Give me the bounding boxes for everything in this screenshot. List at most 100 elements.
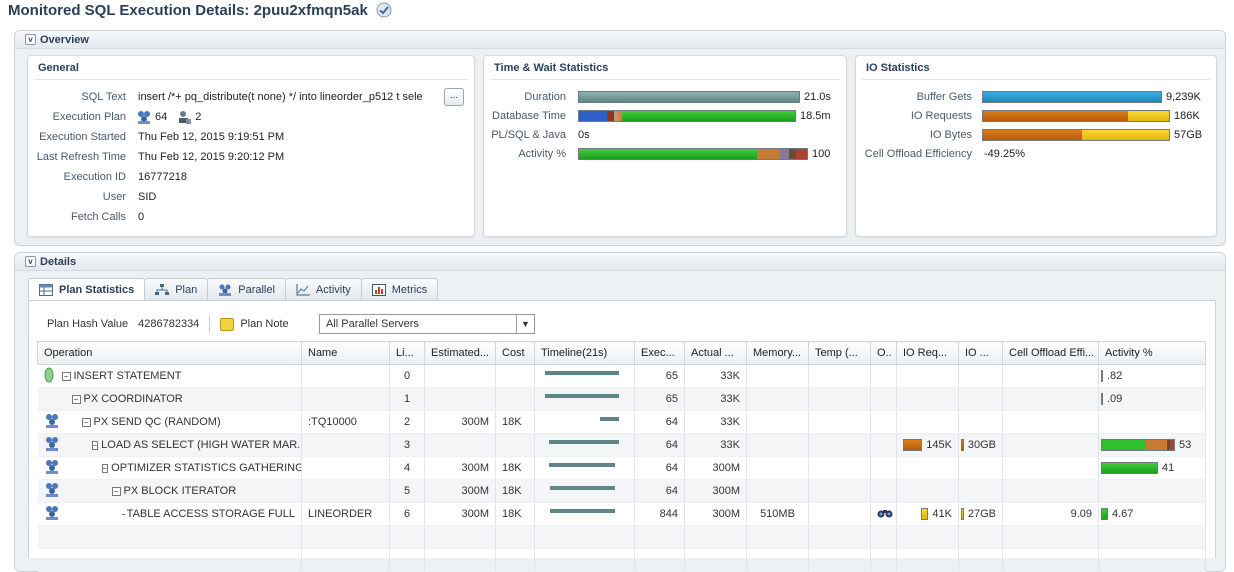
tab-metrics[interactable]: Metrics — [360, 278, 439, 300]
io-requests-cell — [896, 410, 959, 434]
tab-plan-statistics[interactable]: Plan Statistics — [28, 278, 146, 301]
timeline-bar[interactable] — [548, 463, 616, 467]
timeline-bar[interactable] — [544, 394, 619, 398]
cost-cell — [495, 364, 535, 388]
empty-cell — [424, 548, 496, 572]
collapse-node-icon[interactable]: − — [81, 417, 91, 427]
duration-bar[interactable] — [578, 91, 800, 103]
buffer-gets-bar[interactable] — [982, 91, 1162, 103]
tab-parallel[interactable]: Parallel — [207, 278, 286, 300]
duration-label: Duration — [524, 91, 566, 103]
column-header-line[interactable]: Li... — [389, 341, 425, 365]
empty-cell — [1098, 525, 1206, 549]
column-header-cell-offload[interactable]: Cell Offload Effi... — [1002, 341, 1099, 365]
activity-mini-bar[interactable] — [1101, 393, 1103, 405]
cost-cell: 18K — [495, 479, 535, 503]
column-header-operation[interactable]: Operation — [37, 341, 302, 365]
timeline-cell[interactable] — [534, 433, 635, 457]
parallel-server-select-value: All Parallel Servers — [326, 318, 419, 330]
binoculars-icon[interactable] — [877, 507, 893, 519]
io-requests-cell — [896, 387, 959, 411]
collapse-icon[interactable]: v — [25, 256, 36, 267]
activity-mini-bar[interactable] — [1101, 439, 1175, 451]
tab-plan[interactable]: Plan — [144, 278, 209, 300]
collapse-node-icon[interactable]: − — [61, 371, 71, 381]
timeline-cell[interactable] — [534, 410, 635, 434]
table-row[interactable]: TABLE ACCESS STORAGE FULL LINEORDER 6 300M 1… — [37, 502, 1206, 526]
parallel-server-select[interactable]: All Parallel Servers ▼ — [319, 314, 535, 334]
io-requests-bar[interactable] — [982, 110, 1170, 122]
io-bytes-mini-bar[interactable] — [961, 439, 964, 451]
activity-mini-bar[interactable] — [1101, 370, 1103, 382]
activity-value: 100 — [812, 148, 831, 160]
io-requests-value: 41K — [932, 508, 952, 520]
timeline-cell[interactable] — [534, 387, 635, 411]
column-header-timeline[interactable]: Timeline(21s) — [534, 341, 635, 365]
column-header-cost[interactable]: Cost — [495, 341, 535, 365]
overview-header[interactable]: v Overview — [15, 31, 1225, 49]
execution-plan-instances[interactable]: 2 — [195, 108, 201, 126]
details-header[interactable]: v Details — [15, 253, 1225, 271]
io-bytes-mini-bar[interactable] — [961, 508, 964, 520]
tab-activity[interactable]: Activity — [284, 278, 362, 300]
activity-mini-bar[interactable] — [1101, 508, 1108, 520]
activity-cell: 4.67 — [1098, 502, 1206, 526]
timeline-cell[interactable] — [534, 502, 635, 526]
io-bytes-bar[interactable] — [982, 129, 1170, 141]
column-header-memory[interactable]: Memory... — [746, 341, 809, 365]
table-row[interactable]: − PX BLOCK ITERATOR 5 300M 18K 64 300M — [37, 479, 1206, 503]
collapse-node-icon[interactable]: − — [111, 486, 121, 496]
io-requests-cell — [896, 364, 959, 388]
execution-plan-servers[interactable]: 64 — [155, 108, 167, 126]
timeline-cell[interactable] — [534, 456, 635, 480]
time-wait-panel: Time & Wait Statistics Duration 21.0s Da… — [483, 55, 847, 237]
column-header-name[interactable]: Name — [301, 341, 390, 365]
io-requests-value: 186K — [1174, 110, 1200, 122]
column-header-offload[interactable]: O.. — [870, 341, 897, 365]
empty-cell — [870, 548, 897, 572]
column-header-actual-rows[interactable]: Actual ... — [684, 341, 747, 365]
cell-offload-cell: 9.09 — [1002, 502, 1099, 526]
chevron-down-icon[interactable]: ▼ — [516, 315, 534, 333]
fetch-calls-value: 0 — [138, 211, 145, 223]
timeline-bar[interactable] — [599, 417, 619, 421]
cell-offload-cell — [1002, 433, 1099, 457]
column-header-io-bytes[interactable]: IO ... — [958, 341, 1003, 365]
activity-bar[interactable] — [578, 148, 808, 160]
timeline-bar[interactable] — [550, 509, 616, 513]
table-row[interactable]: − PX COORDINATOR 1 65 33K .09 — [37, 387, 1206, 411]
table-row[interactable]: − OPTIMIZER STATISTICS GATHERING 4 300M 18K 6… — [37, 456, 1206, 480]
column-header-executions[interactable]: Exec... — [634, 341, 685, 365]
collapse-node-icon[interactable]: − — [101, 463, 109, 473]
cost-cell: 18K — [495, 410, 535, 434]
table-row[interactable]: − INSERT STATEMENT 0 65 33K .82 — [37, 364, 1206, 388]
plan-note-icon[interactable] — [220, 317, 235, 331]
column-header-temp[interactable]: Temp (... — [808, 341, 871, 365]
timeline-cell[interactable] — [534, 364, 635, 388]
table-row[interactable]: − LOAD AS SELECT (HIGH WATER MAR... 3 64 33K… — [37, 433, 1206, 457]
timeline-cell[interactable] — [534, 479, 635, 503]
column-header-estimated[interactable]: Estimated... — [424, 341, 496, 365]
plan-tree-icon — [155, 283, 170, 295]
check-icon[interactable] — [376, 2, 392, 18]
column-header-activity[interactable]: Activity % — [1098, 341, 1206, 365]
collapse-node-icon[interactable]: − — [91, 440, 99, 450]
database-time-bar[interactable] — [578, 110, 796, 122]
timeline-bar[interactable] — [544, 371, 619, 375]
sql-text-more-button[interactable]: ... — [444, 88, 464, 106]
plan-note-link[interactable]: Plan Note — [240, 318, 288, 330]
estimated-rows-cell: 300M — [424, 502, 496, 526]
column-header-io-requests[interactable]: IO Req... — [896, 341, 959, 365]
empty-row — [37, 525, 1206, 549]
activity-mini-bar[interactable] — [1101, 462, 1158, 474]
timeline-bar[interactable] — [548, 440, 619, 444]
collapse-icon[interactable]: v — [25, 34, 36, 45]
io-requests-mini-bar[interactable] — [921, 508, 929, 520]
operation-text: PX SEND QC (RANDOM) — [93, 416, 221, 428]
temp-cell — [808, 387, 871, 411]
io-requests-mini-bar[interactable] — [903, 439, 923, 451]
executions-cell: 64 — [634, 433, 685, 457]
table-row[interactable]: − PX SEND QC (RANDOM):TQ10000 2 300M 18K 64 33… — [37, 410, 1206, 434]
collapse-node-icon[interactable]: − — [71, 394, 81, 404]
timeline-bar[interactable] — [550, 486, 616, 490]
